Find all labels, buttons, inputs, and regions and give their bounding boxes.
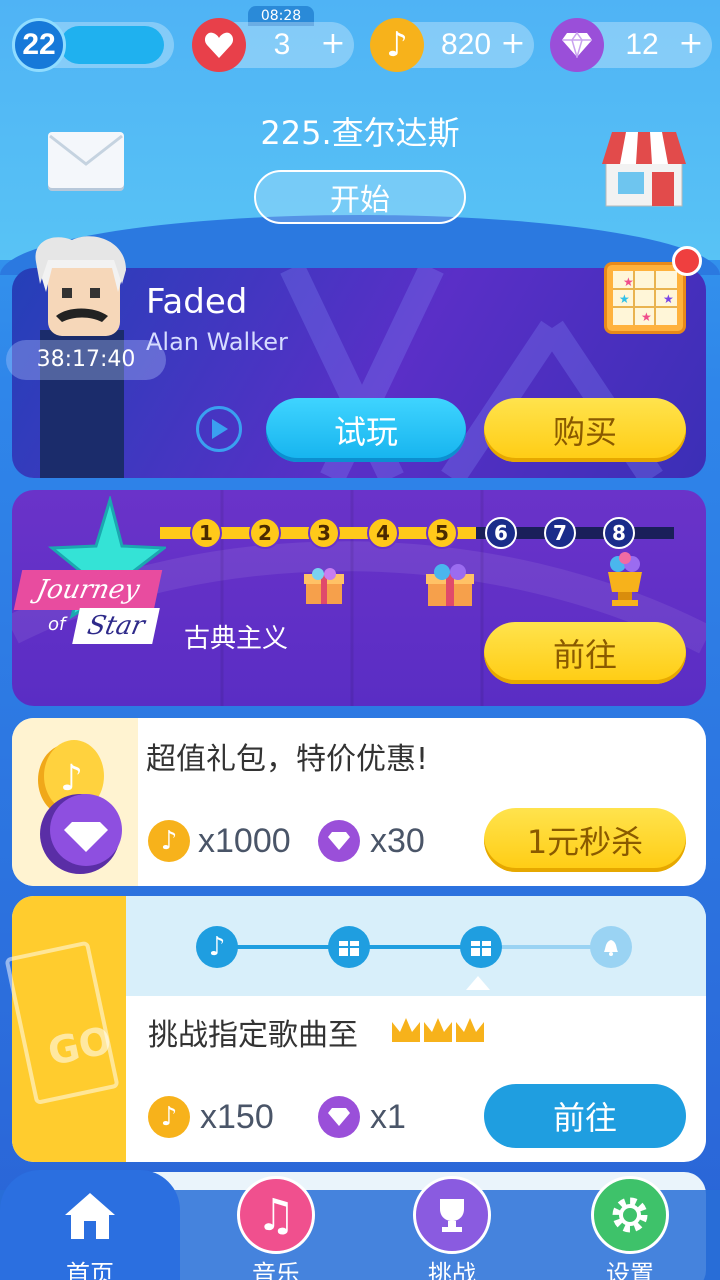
journey-logo: Journey of Star: [13, 496, 166, 656]
challenge-go-button[interactable]: 前往: [484, 1084, 686, 1148]
challenge-notes-reward: x150: [200, 1098, 274, 1136]
gem-icon: [550, 18, 604, 72]
gift-box-icon: [424, 562, 476, 608]
tab-music-label: 音乐: [252, 1260, 300, 1280]
journey-step: 3: [308, 517, 340, 549]
current-song-title: 225.查尔达斯: [260, 114, 460, 152]
lives-plus-button[interactable]: +: [318, 22, 348, 68]
notification-dot: [672, 246, 702, 276]
note-icon: ♪: [148, 1096, 190, 1138]
music-icon: ♫: [237, 1176, 315, 1254]
gems-plus-button[interactable]: +: [676, 22, 706, 68]
gear-icon: [591, 1176, 669, 1254]
tab-home[interactable]: 首页: [0, 1170, 180, 1280]
play-icon[interactable]: [196, 406, 242, 452]
mail-icon[interactable]: [48, 132, 124, 188]
journey-logo-text3: Star: [72, 608, 160, 644]
tab-music[interactable]: ♫ 音乐: [186, 1170, 366, 1280]
shop-icon[interactable]: [598, 128, 690, 210]
challenge-title: 挑战指定歌曲至: [148, 1018, 358, 1053]
gift-pack-title: 超值礼包，特价优惠!: [146, 742, 429, 777]
level-badge: 22: [12, 18, 66, 72]
gift-box-icon: [302, 566, 346, 606]
svg-text:★: ★: [641, 310, 652, 324]
trophy-icon: [413, 1176, 491, 1254]
journey-step: 2: [249, 517, 281, 549]
journey-logo-text1: Journey: [13, 570, 163, 610]
buy-song-button[interactable]: 购买: [484, 398, 686, 462]
coin-gem-stack-icon: ♪: [22, 730, 126, 880]
gift-gems-reward: x30: [370, 822, 425, 860]
journey-step: 6: [485, 517, 517, 549]
xp-bar-fill: [60, 26, 164, 64]
tab-home-label: 首页: [66, 1260, 114, 1280]
journey-step: 5: [426, 517, 458, 549]
heart-icon: [192, 18, 246, 72]
tab-challenge-label: 挑战: [428, 1260, 476, 1280]
gift-milestone-icon: [328, 926, 370, 968]
note-milestone-icon: ♪: [196, 926, 238, 968]
svg-text:♪: ♪: [60, 758, 83, 799]
journey-logo-text2: of: [48, 614, 66, 635]
crown-icons: [390, 1012, 486, 1046]
flash-sale-button[interactable]: 1元秒杀: [484, 808, 686, 872]
note-icon: ♪: [370, 18, 424, 72]
svg-text:★: ★: [663, 292, 674, 306]
gift-milestone-icon: [460, 926, 502, 968]
start-button[interactable]: 开始: [254, 170, 466, 224]
challenge-gems-reward: x1: [370, 1098, 406, 1136]
gift-notes-reward: x1000: [198, 822, 291, 860]
gems-count: 12: [625, 28, 659, 61]
trophy-reward-icon: [598, 552, 652, 608]
tab-settings[interactable]: 设置: [540, 1170, 720, 1280]
tab-settings-label: 设置: [606, 1260, 654, 1280]
promo-song-artist: Alan Walker: [146, 328, 288, 356]
note-icon: ♪: [148, 820, 190, 862]
try-button[interactable]: 试玩: [266, 398, 466, 462]
journey-genre: 古典主义: [184, 624, 289, 654]
tab-challenge[interactable]: 挑战: [362, 1170, 542, 1280]
journey-step: 8: [603, 517, 635, 549]
svg-text:★: ★: [619, 292, 630, 306]
journey-step: 7: [544, 517, 576, 549]
bell-milestone-icon: [590, 926, 632, 968]
milestone-pointer: [466, 976, 490, 990]
lives-count: 3: [273, 28, 291, 61]
journey-step: 4: [367, 517, 399, 549]
notes-plus-button[interactable]: +: [498, 22, 528, 68]
gem-icon: [318, 820, 360, 862]
promo-song-title: Faded: [146, 282, 248, 322]
journey-go-button[interactable]: 前往: [484, 622, 686, 684]
svg-text:★: ★: [623, 275, 634, 289]
gem-icon: [318, 1096, 360, 1138]
notes-count: 820: [440, 28, 492, 61]
home-icon: [51, 1176, 129, 1254]
journey-step: 1: [190, 517, 222, 549]
level-number: 22: [22, 28, 56, 61]
slot-machine-icon[interactable]: ★ ★ ★ ★: [604, 262, 686, 334]
promo-timer: 38:17:40: [6, 340, 166, 380]
